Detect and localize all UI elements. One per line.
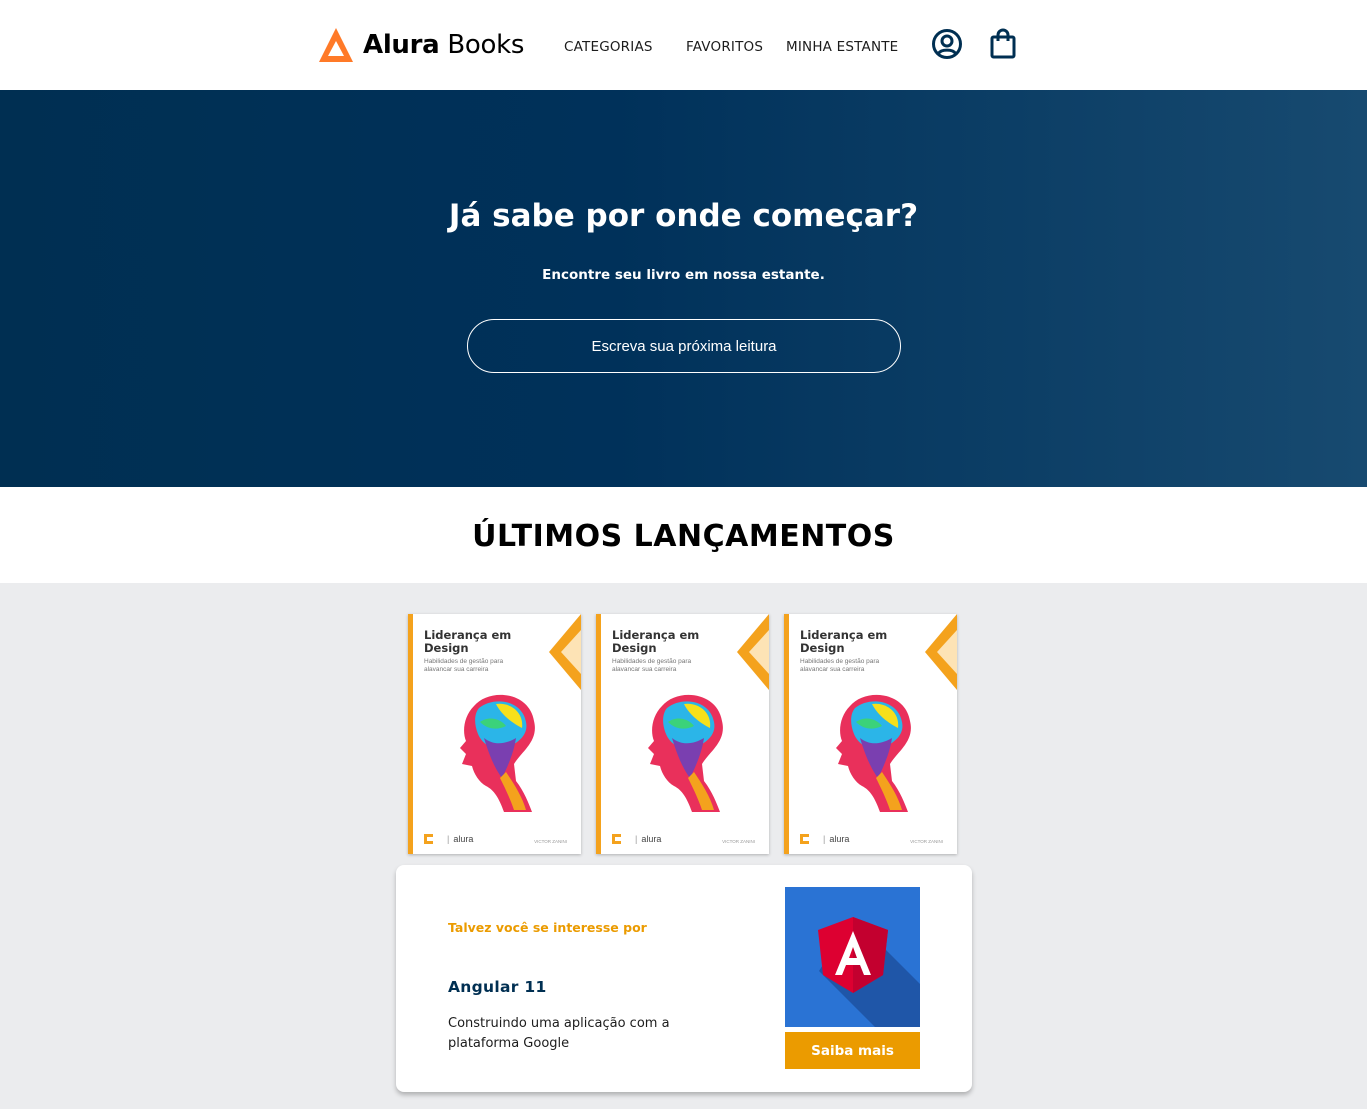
releases-header: ÚLTIMOS LANÇAMENTOS: [0, 487, 1367, 583]
site-header: Alura Books CATEGORIAS FAVORITOS MINHA E…: [0, 0, 1367, 90]
recommendation-cover[interactable]: [785, 887, 920, 1027]
book-author: VICTOR ZANINI: [722, 839, 755, 844]
saiba-mais-button[interactable]: Saiba mais: [785, 1032, 920, 1069]
book-subtitle: Habilidades de gestão para alavancar sua…: [424, 658, 504, 673]
book-publisher-name: alura: [829, 834, 850, 844]
book-subtitle: Habilidades de gestão para alavancar sua…: [800, 658, 880, 673]
book-card[interactable]: Liderança em Design Habilidades de gestã…: [596, 614, 769, 854]
colorful-head-illustration: [836, 694, 911, 812]
logo-text: Alura Books: [363, 30, 524, 60]
recommendation-title: Angular 11: [448, 978, 547, 996]
book-card[interactable]: Liderança em Design Habilidades de gestã…: [784, 614, 957, 854]
profile-button[interactable]: [930, 27, 964, 61]
hero-title: Já sabe por onde começar?: [448, 198, 919, 234]
nav-minha-estante[interactable]: MINHA ESTANTE: [786, 39, 898, 55]
book-publisher-name: alura: [453, 834, 474, 844]
book-subtitle: Habilidades de gestão para alavancar sua…: [612, 658, 692, 673]
book-title: Liderança em Design: [612, 628, 700, 655]
user-circle-icon: [932, 29, 962, 59]
book-card[interactable]: Liderança em Design Habilidades de gestã…: [408, 614, 581, 854]
alura-triangle-icon: [319, 28, 353, 62]
book-publisher: | alura: [800, 834, 849, 844]
search-input[interactable]: [467, 319, 901, 373]
angular-logo-icon: [818, 917, 920, 1027]
logo[interactable]: Alura Books: [318, 26, 524, 64]
book-publisher: | alura: [612, 834, 661, 844]
book-author: VICTOR ZANINI: [910, 839, 943, 844]
bag-button[interactable]: [986, 27, 1020, 61]
recommendation-eyebrow: Talvez você se interesse por: [448, 920, 647, 935]
book-title: Liderança em Design: [800, 628, 888, 655]
colorful-head-illustration: [460, 694, 535, 812]
recommendation-description: Construindo uma aplicação com a platafor…: [448, 1016, 670, 1051]
book-corner-chevron: [549, 614, 581, 690]
book-spine: [408, 614, 413, 854]
colorful-head-illustration: [648, 694, 723, 812]
book-publisher: | alura: [424, 834, 473, 844]
logo-brand-bold: Alura: [363, 30, 440, 60]
book-spine: [784, 614, 789, 854]
book-author: VICTOR ZANINI: [534, 839, 567, 844]
hero-subtitle: Encontre seu livro em nossa estante.: [542, 267, 825, 283]
recommendation-card: Talvez você se interesse por Angular 11 …: [396, 865, 972, 1092]
section-title: ÚLTIMOS LANÇAMENTOS: [472, 519, 895, 554]
hero-banner: Já sabe por onde começar? Encontre seu l…: [0, 90, 1367, 487]
logo-brand-light: Books: [447, 30, 525, 60]
nav-favoritos[interactable]: FAVORITOS: [686, 39, 763, 55]
nav-categorias[interactable]: CATEGORIAS: [564, 39, 653, 55]
book-publisher-name: alura: [641, 834, 662, 844]
book-spine: [596, 614, 601, 854]
book-corner-chevron: [925, 614, 957, 690]
shopping-bag-icon: [990, 28, 1016, 59]
book-corner-chevron: [737, 614, 769, 690]
book-title: Liderança em Design: [424, 628, 512, 655]
